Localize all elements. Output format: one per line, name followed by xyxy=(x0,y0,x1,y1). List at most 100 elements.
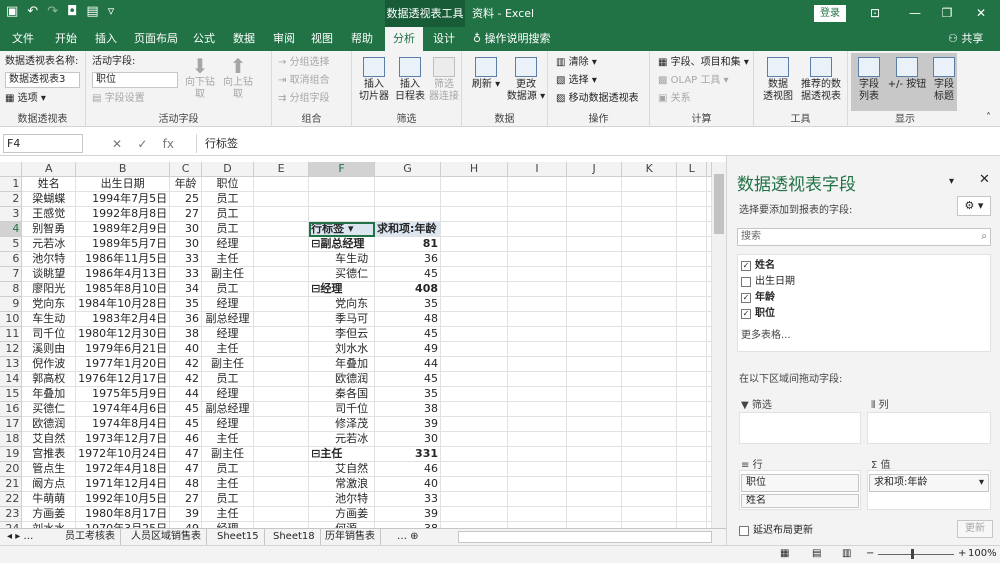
row-header[interactable]: 16 xyxy=(0,401,23,418)
cell[interactable] xyxy=(676,446,707,463)
cell[interactable] xyxy=(676,371,707,388)
row-header[interactable]: 4 xyxy=(0,221,23,238)
row-header[interactable]: 10 xyxy=(0,311,23,328)
cell[interactable]: 1976年12月17日 xyxy=(75,371,171,388)
pivot-value[interactable] xyxy=(374,176,442,193)
cell[interactable] xyxy=(566,446,623,463)
normal-view-icon[interactable]: ▦ xyxy=(780,548,789,559)
pivot-value[interactable] xyxy=(374,206,442,223)
column-header[interactable]: A xyxy=(21,162,77,178)
collapse-icon[interactable]: ⊟ xyxy=(311,238,320,251)
cell[interactable] xyxy=(507,461,568,478)
cell[interactable]: 姓名 xyxy=(21,176,77,193)
update-button[interactable]: 更新 xyxy=(957,520,993,538)
cell[interactable] xyxy=(440,491,508,508)
row-header[interactable]: 7 xyxy=(0,266,23,283)
cell[interactable]: 1986年11月5日 xyxy=(75,251,171,268)
select-button[interactable]: ▧ 选择 ▾ xyxy=(556,74,597,88)
cell[interactable]: 34 xyxy=(169,281,203,298)
cell[interactable]: 员工 xyxy=(201,371,254,388)
refresh-button[interactable]: 刷新 ▾ xyxy=(468,57,504,91)
cell[interactable] xyxy=(706,386,712,403)
column-header[interactable]: L xyxy=(676,162,707,178)
pivot-value[interactable]: 35 xyxy=(374,296,442,313)
cell[interactable] xyxy=(507,206,568,223)
cell[interactable] xyxy=(507,176,568,193)
cell[interactable]: 经理 xyxy=(201,386,254,403)
cell[interactable]: 买德仁 xyxy=(21,401,77,418)
zoom-in-icon[interactable]: + xyxy=(958,548,966,559)
cell[interactable] xyxy=(253,356,310,373)
collapse-ribbon-icon[interactable]: ˄ xyxy=(986,111,991,125)
cell[interactable] xyxy=(253,371,310,388)
cell[interactable]: 1989年2月9日 xyxy=(75,221,171,238)
cell[interactable] xyxy=(621,311,678,328)
cell[interactable] xyxy=(440,416,508,433)
pivot-row-label[interactable]: 元若冰 xyxy=(308,431,376,448)
pivot-row-label[interactable]: ⊟副总经理 xyxy=(308,236,376,253)
relationships-button[interactable]: ▣ 关系 xyxy=(658,92,691,106)
pivot-row-label[interactable]: 方画姜 xyxy=(308,506,376,523)
cell[interactable] xyxy=(507,431,568,448)
cell[interactable] xyxy=(706,296,712,313)
cell[interactable]: 副总经理 xyxy=(201,311,254,328)
cell[interactable] xyxy=(507,341,568,358)
cell[interactable] xyxy=(440,386,508,403)
cell[interactable]: 27 xyxy=(169,206,203,223)
cell[interactable]: 员工 xyxy=(201,206,254,223)
cell[interactable] xyxy=(706,206,712,223)
field-item[interactable]: ✓ 年龄 xyxy=(741,291,775,305)
cell[interactable] xyxy=(253,296,310,313)
cell[interactable] xyxy=(507,356,568,373)
column-header[interactable]: I xyxy=(507,162,568,178)
worksheet-grid[interactable]: A B C D E F G H I J K L 1 姓名 出生日期 年龄 职位 2 梁蝴蝶 1994年7月5日 25 员工… xyxy=(0,162,712,528)
tab-analyze[interactable]: 分析 xyxy=(385,27,423,51)
cell[interactable]: 45 xyxy=(169,401,203,418)
save-icon[interactable]: ▣ xyxy=(6,4,18,19)
cell[interactable] xyxy=(566,206,623,223)
cell[interactable] xyxy=(566,176,623,193)
cell[interactable] xyxy=(706,326,712,343)
pivotchart-button[interactable]: 数据 透视图 xyxy=(760,57,796,103)
cell[interactable] xyxy=(440,446,508,463)
cell[interactable]: 廖阳光 xyxy=(21,281,77,298)
pivot-row-label[interactable]: 季马可 xyxy=(308,311,376,328)
column-header[interactable]: K xyxy=(621,162,678,178)
cell[interactable] xyxy=(440,221,508,238)
cell[interactable] xyxy=(676,236,707,253)
pivot-value[interactable]: 35 xyxy=(374,386,442,403)
cell[interactable] xyxy=(566,296,623,313)
cell[interactable] xyxy=(621,401,678,418)
cell[interactable] xyxy=(253,401,310,418)
cell[interactable] xyxy=(621,446,678,463)
pivot-value[interactable]: 44 xyxy=(374,356,442,373)
cell[interactable] xyxy=(676,431,707,448)
cell[interactable] xyxy=(621,461,678,478)
cell[interactable] xyxy=(676,206,707,223)
insert-timeline-button[interactable]: 插入 日程表 xyxy=(392,57,428,103)
cell[interactable] xyxy=(253,416,310,433)
row-header[interactable]: 5 xyxy=(0,236,23,253)
cell[interactable] xyxy=(507,416,568,433)
row-header[interactable]: 11 xyxy=(0,326,23,343)
cell[interactable] xyxy=(676,341,707,358)
pivot-row-label[interactable]: 常激浪 xyxy=(308,476,376,493)
cell[interactable]: 27 xyxy=(169,491,203,508)
cell[interactable]: 池尔特 xyxy=(21,251,77,268)
cell[interactable] xyxy=(566,491,623,508)
cell[interactable]: 35 xyxy=(169,296,203,313)
cell[interactable]: 出生日期 xyxy=(75,176,171,193)
cell[interactable] xyxy=(706,236,712,253)
cell[interactable] xyxy=(507,326,568,343)
column-header[interactable]: H xyxy=(440,162,508,178)
cell[interactable] xyxy=(507,251,568,268)
row-header[interactable]: 17 xyxy=(0,416,23,433)
cell[interactable]: 47 xyxy=(169,461,203,478)
cell[interactable]: 42 xyxy=(169,356,203,373)
pivot-row-label-header[interactable]: 行标签 ▾ xyxy=(308,221,376,238)
cell[interactable]: 30 xyxy=(169,221,203,238)
zoom-slider[interactable] xyxy=(878,554,954,555)
cell[interactable] xyxy=(621,266,678,283)
cell[interactable]: 年龄 xyxy=(169,176,203,193)
pivot-row-label[interactable]: 司千位 xyxy=(308,401,376,418)
